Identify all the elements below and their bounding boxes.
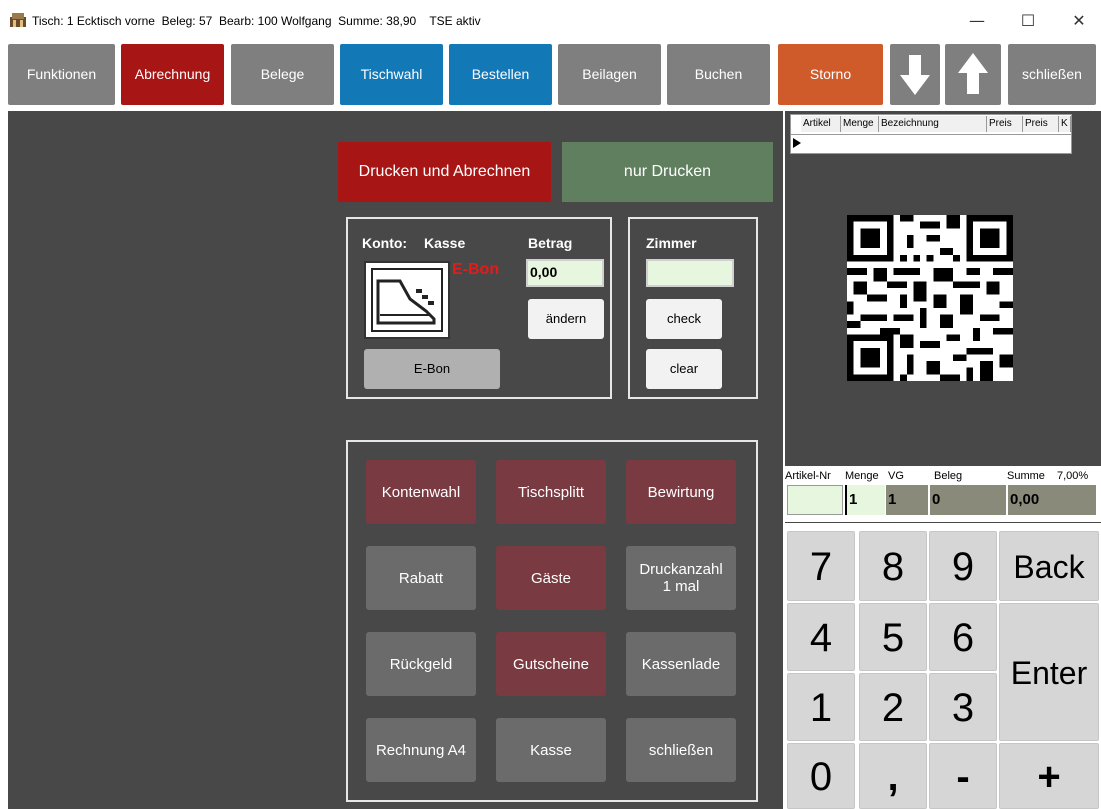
key-2[interactable]: 2 [859,673,927,741]
arrow-down-button[interactable] [890,44,940,105]
key-1[interactable]: 1 [787,673,855,741]
key-6[interactable]: 6 [929,603,997,671]
column-header-menge[interactable]: Menge [841,116,879,132]
druckanzahl-label: Druckanzahl [639,561,723,578]
close-button[interactable]: ✕ [1064,8,1094,34]
check-button[interactable]: check [646,299,722,339]
beleg-field: 0 [930,485,1006,515]
toolbar: Funktionen Abrechnung Belege Tischwahl B… [0,40,1101,110]
plus-key[interactable]: + [999,743,1099,809]
menge-field[interactable]: 1 [845,485,885,515]
storno-button[interactable]: Storno [778,44,883,105]
kasse-button[interactable]: Kasse [496,718,606,782]
column-header-k[interactable]: K [1059,116,1071,132]
gaeste-button[interactable]: Gäste [496,546,606,610]
cash-register-icon [371,268,443,332]
main-area: Drucken und Abrechnen nur Drucken Konto:… [0,111,783,809]
column-header-preis-2[interactable]: Preis [1023,116,1059,132]
left-edge [0,111,8,809]
bestellen-button[interactable]: Bestellen [449,44,552,105]
aendern-button[interactable]: ändern [528,299,604,339]
key-7[interactable]: 7 [787,531,855,601]
funktionen-button[interactable]: Funktionen [8,44,115,105]
artikel-nr-label: Artikel-Nr [785,470,831,482]
tischwahl-button[interactable]: Tischwahl [340,44,443,105]
cash-register-logo [364,261,450,339]
abrechnung-button[interactable]: Abrechnung [121,44,224,105]
vg-label: VG [888,470,904,482]
summe-label: Summe [1007,470,1045,482]
qr-code [847,215,1013,381]
column-header-bezeichnung[interactable]: Bezeichnung [879,116,987,132]
kassenlade-button[interactable]: Kassenlade [626,632,736,696]
column-header-preis-1[interactable]: Preis [987,116,1023,132]
nur-drucken-button[interactable]: nur Drucken [562,142,773,202]
key-9[interactable]: 9 [929,531,997,601]
app-icon [10,13,26,27]
numeric-keypad: 7 8 9 Back 4 5 6 Enter 1 2 3 0 , - + [785,523,1101,809]
key-5[interactable]: 5 [859,603,927,671]
ebon-button[interactable]: E-Bon [364,349,500,389]
right-panel: Artikel Menge Bezeichnung Preis Preis K [785,111,1101,809]
maximize-button[interactable]: ☐ [1013,8,1043,34]
key-4[interactable]: 4 [787,603,855,671]
rechnung-a4-button[interactable]: Rechnung A4 [366,718,476,782]
back-key[interactable]: Back [999,531,1099,601]
rabatt-button[interactable]: Rabatt [366,546,476,610]
tischsplitt-button[interactable]: Tischsplitt [496,460,606,524]
belege-button[interactable]: Belege [231,44,334,105]
arrow-up-icon [958,53,988,94]
key-0[interactable]: 0 [787,743,855,809]
kontenwahl-button[interactable]: Kontenwahl [366,460,476,524]
key-3[interactable]: 3 [929,673,997,741]
order-table[interactable]: Artikel Menge Bezeichnung Preis Preis K [790,114,1072,154]
comma-key[interactable]: , [859,743,927,809]
row-pointer-icon [793,138,801,148]
artikel-nr-input[interactable] [787,485,843,515]
konto-label: Konto: [362,235,408,251]
konto-panel: Konto: Kasse Betrag E-Bon 0,00 ändern E-… [346,217,612,399]
betrag-label: Betrag [528,235,573,251]
clear-button[interactable]: clear [646,349,722,389]
beleg-label: Beleg [934,470,963,482]
key-8[interactable]: 8 [859,531,927,601]
vg-field: 1 [886,485,928,515]
arrow-up-button[interactable] [945,44,1001,105]
rueckgeld-button[interactable]: Rückgeld [366,632,476,696]
minus-key[interactable]: - [929,743,997,809]
zimmer-panel: Zimmer check clear [628,217,758,399]
beilagen-button[interactable]: Beilagen [558,44,661,105]
arrow-down-icon [900,55,930,95]
menge-label: Menge [845,470,879,482]
function-grid-panel: Kontenwahl Tischsplitt Bewirtung Rabatt … [346,440,758,802]
betrag-input[interactable]: 0,00 [526,259,604,287]
title-bar: Tisch: 1 Ecktisch vorne Beleg: 57 Bearb:… [0,0,1101,40]
schliessen-button[interactable]: schließen [626,718,736,782]
drucken-abrechnen-button[interactable]: Drucken und Abrechnen [338,142,551,202]
druckanzahl-button[interactable]: Druckanzahl 1 mal [626,546,736,610]
druckanzahl-value: 1 mal [662,578,700,595]
gutscheine-button[interactable]: Gutscheine [496,632,606,696]
minimize-button[interactable]: — [962,8,992,34]
buchen-button[interactable]: Buchen [667,44,770,105]
schliessen-toolbar-button[interactable]: schließen [1008,44,1096,105]
table-divider [791,134,1071,135]
column-header-artikel[interactable]: Artikel [801,116,841,132]
enter-key[interactable]: Enter [999,603,1099,741]
zimmer-input[interactable] [646,259,734,287]
konto-value: Kasse [424,235,466,251]
zimmer-label: Zimmer [646,235,697,251]
bewirtung-button[interactable]: Bewirtung [626,460,736,524]
tax-rate-label: 7,00% [1057,470,1089,482]
window-title: Tisch: 1 Ecktisch vorne Beleg: 57 Bearb:… [32,14,481,28]
summe-field: 0,00 [1008,485,1096,515]
info-strip: Artikel-Nr Menge VG Beleg Summe 7,00% 1 … [785,466,1101,522]
ebon-logo-text: E-Bon [452,261,500,278]
